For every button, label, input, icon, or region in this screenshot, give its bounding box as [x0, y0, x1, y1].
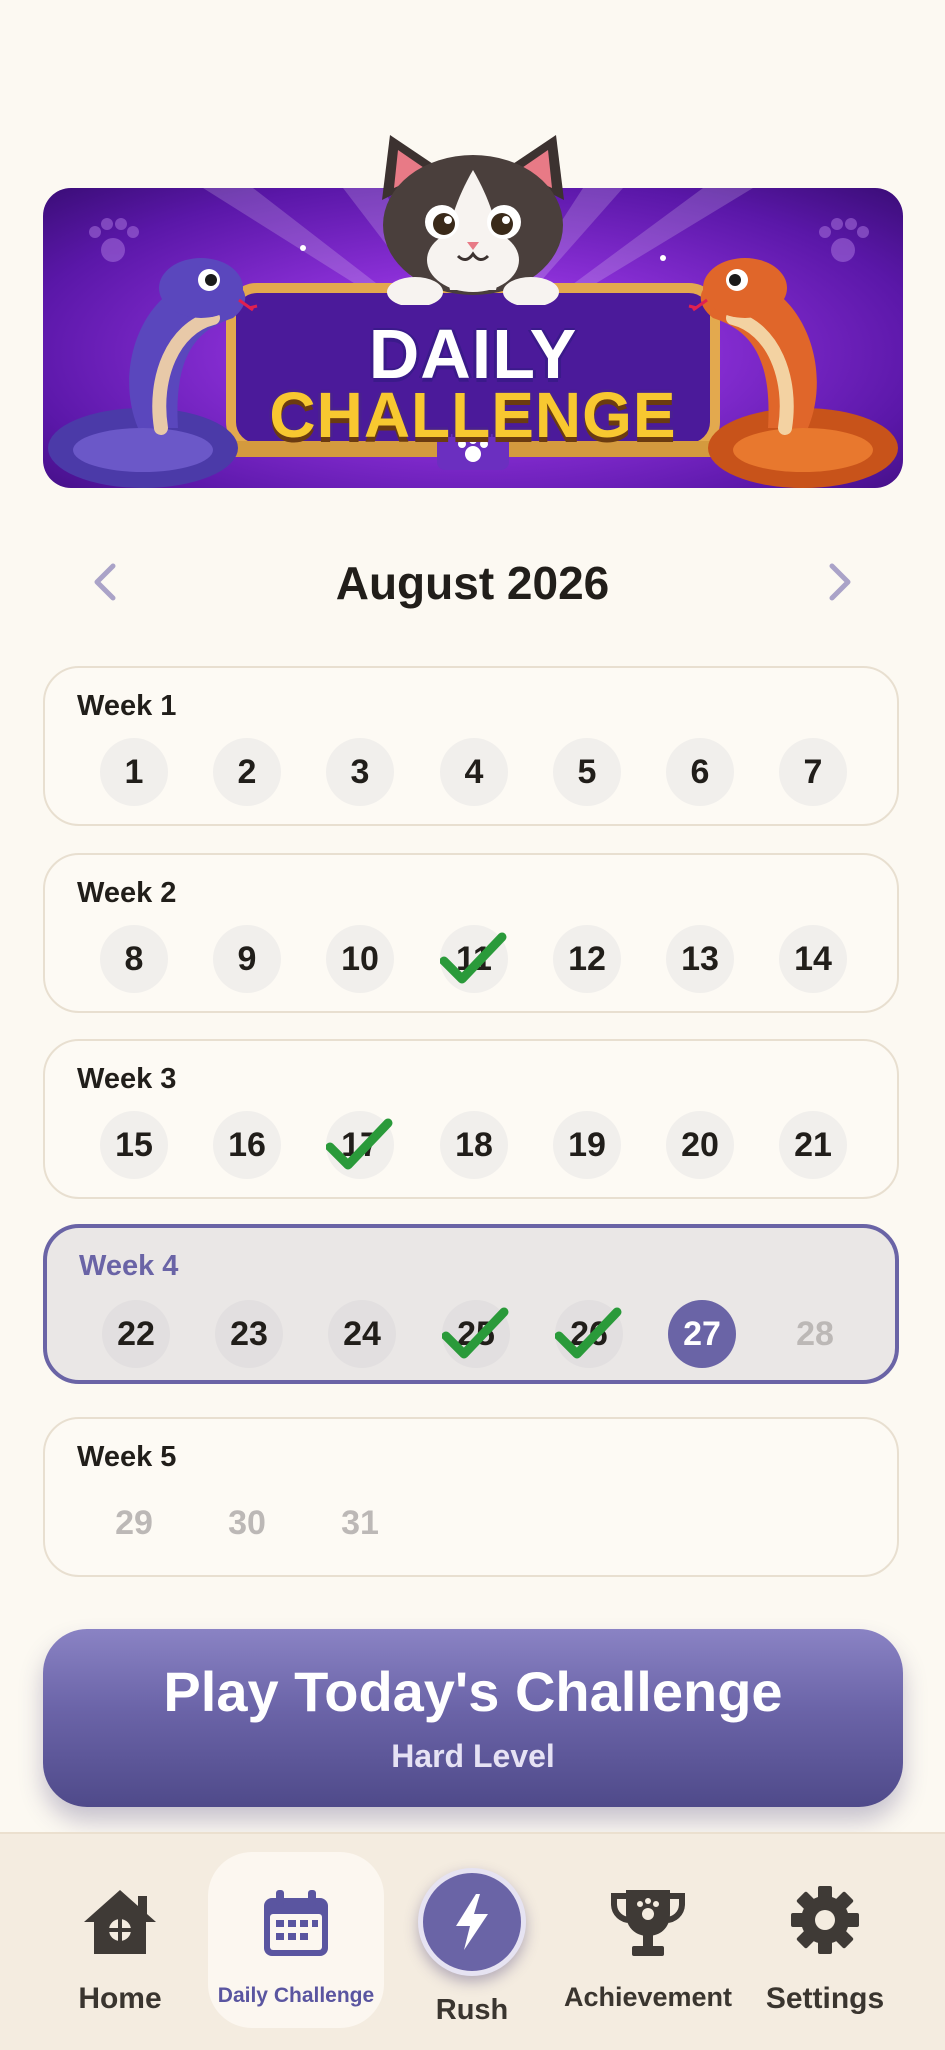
day-number: 19: [568, 1125, 606, 1164]
day-number: 16: [228, 1125, 266, 1164]
day-6[interactable]: 6: [666, 738, 734, 806]
day-15[interactable]: 15: [100, 1111, 168, 1179]
day-number: 9: [237, 939, 257, 978]
day-21[interactable]: 21: [779, 1111, 847, 1179]
nav-home[interactable]: Home: [50, 1834, 190, 2050]
nav-daily-challenge-label: Daily Challenge: [217, 1984, 375, 2007]
month-navigation: August 2026: [0, 548, 945, 618]
day-10[interactable]: 10: [326, 925, 394, 993]
day-27[interactable]: 27: [668, 1300, 736, 1368]
day-28: 28: [781, 1300, 849, 1368]
play-todays-challenge-button[interactable]: Play Today's Challenge Hard Level: [43, 1629, 903, 1807]
nav-settings[interactable]: Settings: [755, 1834, 895, 2050]
day-4[interactable]: 4: [440, 738, 508, 806]
day-11[interactable]: 11: [440, 925, 508, 993]
week-card-2: Week 2 8 9 10 11 12 13 14: [43, 853, 899, 1013]
home-icon: [84, 1890, 156, 1954]
day-13[interactable]: 13: [666, 925, 734, 993]
day-24[interactable]: 24: [328, 1300, 396, 1368]
day-number: 25: [457, 1314, 495, 1353]
gear-icon: [791, 1886, 859, 1954]
nav-achievement-label: Achievement: [563, 1982, 733, 2012]
day-number: 7: [803, 752, 823, 791]
day-2[interactable]: 2: [213, 738, 281, 806]
week-card-4: Week 4 22 23 24 25 26 27 28: [43, 1224, 899, 1384]
day-number: 24: [343, 1314, 381, 1353]
day-19[interactable]: 19: [553, 1111, 621, 1179]
day-number: 4: [464, 752, 484, 791]
nav-achievement[interactable]: Achievement: [558, 1834, 738, 2050]
day-22[interactable]: 22: [102, 1300, 170, 1368]
nav-home-label: Home: [78, 1982, 162, 2015]
chevron-right-icon[interactable]: [819, 560, 863, 604]
day-number: 21: [794, 1125, 832, 1164]
day-14[interactable]: 14: [779, 925, 847, 993]
week-label: Week 3: [77, 1063, 177, 1095]
play-button-title: Play Today's Challenge: [163, 1660, 783, 1723]
day-5[interactable]: 5: [553, 738, 621, 806]
day-31: 31: [326, 1489, 394, 1557]
day-number: 26: [570, 1314, 608, 1353]
day-7[interactable]: 7: [779, 738, 847, 806]
day-25[interactable]: 25: [442, 1300, 510, 1368]
day-number: 3: [350, 752, 370, 791]
week-card-1: Week 1 1 2 3 4 5 6 7: [43, 666, 899, 826]
nav-daily-challenge[interactable]: Daily Challenge: [208, 1834, 384, 2050]
week-label: Week 2: [77, 877, 177, 909]
day-number: 11: [456, 939, 492, 978]
calendar-icon: [264, 1890, 328, 1956]
day-number: 20: [681, 1125, 719, 1164]
day-number: 5: [577, 752, 597, 791]
day-23[interactable]: 23: [215, 1300, 283, 1368]
day-number: 30: [228, 1503, 266, 1542]
lightning-icon: [456, 1894, 488, 1950]
day-number: 10: [341, 939, 379, 978]
week-label: Week 4: [79, 1250, 179, 1282]
day-number: 2: [237, 752, 257, 791]
day-1[interactable]: 1: [100, 738, 168, 806]
week-card-5: Week 5 29 30 31: [43, 1417, 899, 1577]
day-number: 12: [568, 939, 606, 978]
day-18[interactable]: 18: [440, 1111, 508, 1179]
day-9[interactable]: 9: [213, 925, 281, 993]
day-number: 22: [117, 1314, 155, 1353]
day-17[interactable]: 17: [326, 1111, 394, 1179]
day-number: 23: [230, 1314, 268, 1353]
nav-rush-label: Rush: [435, 1994, 509, 2026]
day-number: 15: [115, 1125, 153, 1164]
day-number: 14: [794, 939, 832, 978]
rush-button[interactable]: [418, 1868, 526, 1976]
day-number: 8: [124, 939, 144, 978]
day-30: 30: [213, 1489, 281, 1557]
trophy-icon: [611, 1890, 685, 1956]
day-number: 6: [690, 752, 710, 791]
day-12[interactable]: 12: [553, 925, 621, 993]
day-16[interactable]: 16: [213, 1111, 281, 1179]
day-8[interactable]: 8: [100, 925, 168, 993]
day-26[interactable]: 26: [555, 1300, 623, 1368]
day-number: 29: [115, 1503, 153, 1542]
day-number: 17: [341, 1125, 379, 1164]
cat-mascot-icon: [382, 135, 564, 305]
day-20[interactable]: 20: [666, 1111, 734, 1179]
day-number: 1: [124, 752, 144, 791]
day-29: 29: [100, 1489, 168, 1557]
week-card-3: Week 3 15 16 17 18 19 20 21: [43, 1039, 899, 1199]
nav-settings-label: Settings: [765, 1982, 885, 2015]
day-number: 27: [683, 1314, 721, 1353]
week-label: Week 1: [77, 690, 177, 722]
month-title: August 2026: [335, 557, 610, 609]
day-number: 31: [341, 1503, 379, 1542]
day-number: 13: [681, 939, 719, 978]
day-number: 18: [455, 1125, 493, 1164]
day-number: 28: [796, 1314, 834, 1353]
day-3[interactable]: 3: [326, 738, 394, 806]
play-button-subtitle: Hard Level: [391, 1738, 555, 1774]
week-label: Week 5: [77, 1441, 177, 1473]
banner-title-challenge: CHALLENGE: [269, 379, 677, 451]
